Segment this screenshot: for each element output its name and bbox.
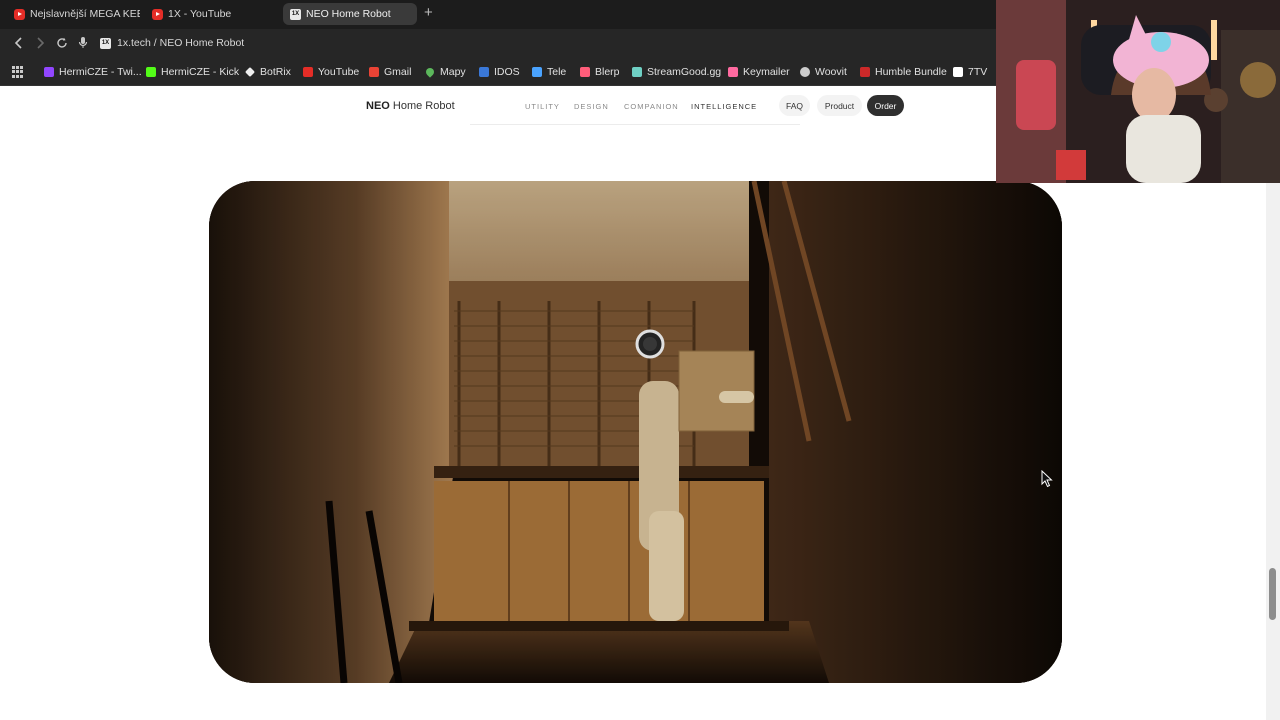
- bookmark-woovit[interactable]: Woovit: [800, 66, 847, 78]
- bookmark-label: StreamGood.gg: [647, 66, 722, 78]
- reload-icon[interactable]: [56, 37, 68, 49]
- bookmark-label: YouTube: [318, 66, 360, 78]
- hero-video[interactable]: [209, 181, 1062, 683]
- browser-window: Nejslavnější MEGA KEBAB 1X - YouTube 1X …: [0, 0, 996, 86]
- youtube-icon: [14, 8, 25, 20]
- bookmark-mapy[interactable]: Mapy: [424, 66, 466, 78]
- site-logo[interactable]: NEO Home Robot: [366, 100, 455, 112]
- bookmark-label: Woovit: [815, 66, 847, 78]
- bookmark-label: HermiCZE - Twi...: [59, 66, 142, 78]
- gmail-icon: [369, 67, 379, 77]
- bookmark-humble-bundle[interactable]: Humble Bundle: [860, 66, 947, 78]
- keymailer-icon: [728, 67, 738, 77]
- tab-kebab[interactable]: Nejslavnější MEGA KEBAB: [0, 3, 140, 25]
- bookmark-hermicze-twitch[interactable]: HermiCZE - Twi...: [44, 66, 142, 78]
- tele-icon: [532, 67, 542, 77]
- bookmark-streamgood[interactable]: StreamGood.gg: [632, 66, 721, 78]
- nav-intelligence[interactable]: INTELLIGENCE: [691, 102, 757, 111]
- tab-neo-home-robot[interactable]: 1X NEO Home Robot: [283, 3, 417, 25]
- address-bar: 1X 1x.tech / NEO Home Robot: [0, 29, 996, 57]
- scrollbar-thumb[interactable]: [1269, 568, 1276, 620]
- bookmark-label: Mapy: [440, 66, 466, 78]
- kick-icon: [146, 67, 156, 77]
- nav-divider: [470, 124, 800, 125]
- idos-icon: [479, 67, 489, 77]
- back-icon[interactable]: [14, 37, 24, 49]
- microphone-icon[interactable]: [78, 36, 88, 49]
- bookmark-7tv[interactable]: 7TV: [953, 66, 987, 78]
- bookmark-label: BotRix: [260, 66, 291, 78]
- nav-companion[interactable]: COMPANION: [624, 102, 679, 111]
- bookmark-tele[interactable]: Tele: [532, 66, 566, 78]
- apps-grid-icon[interactable]: [12, 66, 24, 78]
- product-button[interactable]: Product: [817, 95, 862, 116]
- video-frame-image: [209, 181, 1062, 683]
- tab-title: Nejslavnější MEGA KEBAB: [30, 8, 140, 20]
- tab-1x-youtube[interactable]: 1X - YouTube: [138, 3, 278, 25]
- webcam-image: [996, 0, 1280, 183]
- bookmark-label: Gmail: [384, 66, 412, 78]
- nav-utility[interactable]: UTILITY: [525, 102, 560, 111]
- bookmark-label: Blerp: [595, 66, 620, 78]
- new-tab-button[interactable]: +: [424, 4, 433, 21]
- mouse-cursor-icon: [1041, 470, 1053, 488]
- bookmark-hermicze-kick[interactable]: HermiCZE - Kick: [146, 66, 239, 78]
- bookmark-label: Keymailer: [743, 66, 790, 78]
- bookmark-idos[interactable]: IDOS: [479, 66, 520, 78]
- page-scrollbar[interactable]: [1266, 183, 1280, 720]
- url-text: 1x.tech / NEO Home Robot: [117, 37, 245, 49]
- bookmark-botrix[interactable]: BotRix: [245, 66, 291, 78]
- youtube-icon: [152, 8, 163, 20]
- bookmark-gmail[interactable]: Gmail: [369, 66, 411, 78]
- 7tv-icon: [953, 67, 963, 77]
- tab-bar: Nejslavnější MEGA KEBAB 1X - YouTube 1X …: [0, 0, 996, 29]
- 1x-icon: 1X: [290, 8, 301, 20]
- nav-design[interactable]: DESIGN: [574, 102, 609, 111]
- blerp-icon: [580, 67, 590, 77]
- tab-title: 1X - YouTube: [168, 8, 232, 20]
- site-navigation: NEO Home Robot UTILITY DESIGN COMPANION …: [0, 86, 996, 126]
- url-field[interactable]: 1X 1x.tech / NEO Home Robot: [100, 32, 980, 54]
- faq-button[interactable]: FAQ: [779, 95, 810, 116]
- bookmark-label: IDOS: [494, 66, 520, 78]
- youtube-icon: [303, 67, 313, 77]
- order-button[interactable]: Order: [867, 95, 904, 116]
- streamgood-icon: [632, 67, 642, 77]
- woovit-icon: [800, 67, 810, 77]
- map-pin-icon: [424, 66, 436, 78]
- bookmark-label: Tele: [547, 66, 567, 78]
- site-favicon-icon: 1X: [100, 37, 111, 49]
- bookmark-label: Humble Bundle: [875, 66, 947, 78]
- bookmark-blerp[interactable]: Blerp: [580, 66, 620, 78]
- humble-icon: [860, 67, 870, 77]
- bookmark-label: HermiCZE - Kick: [161, 66, 240, 78]
- bookmark-label: 7TV: [968, 66, 988, 78]
- tab-title: NEO Home Robot: [306, 8, 391, 20]
- webcam-overlay: [996, 0, 1280, 183]
- logo-rest: Home Robot: [389, 100, 455, 112]
- twitch-icon: [44, 67, 54, 77]
- bookmark-keymailer[interactable]: Keymailer: [728, 66, 790, 78]
- botrix-icon: [245, 67, 255, 77]
- forward-icon[interactable]: [35, 37, 45, 49]
- logo-neo: NEO: [366, 100, 390, 112]
- bookmark-youtube[interactable]: YouTube: [303, 66, 359, 78]
